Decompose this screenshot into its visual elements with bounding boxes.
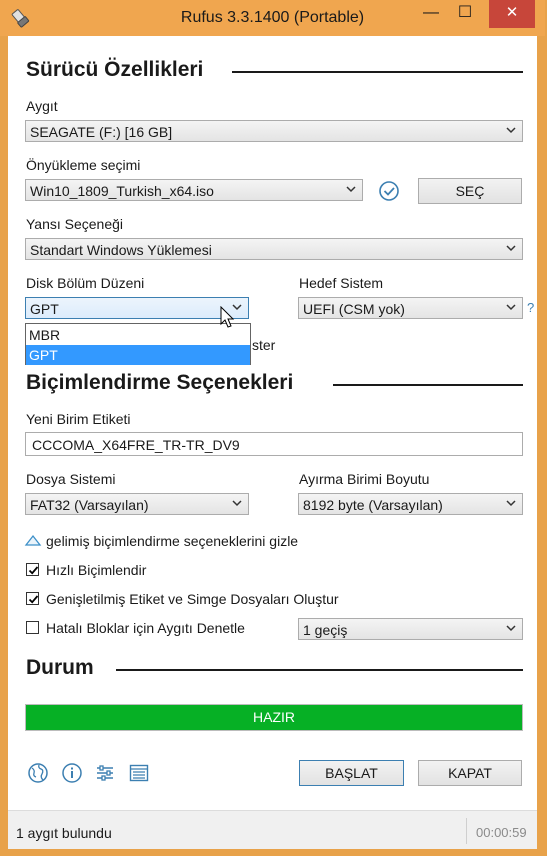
image-option-value: Standart Windows Yüklemesi [30, 242, 212, 258]
cluster-size-value: 8192 byte (Varsayılan) [303, 497, 443, 513]
passes-select[interactable]: 1 geçiş [298, 618, 523, 640]
cluster-size-label: Ayırma Birimi Boyutu [299, 471, 430, 487]
start-button[interactable]: BAŞLAT [299, 760, 404, 786]
volume-label-label: Yeni Birim Etiketi [26, 411, 131, 427]
boot-selection-label: Önyükleme seçimi [26, 157, 141, 173]
file-system-select[interactable]: FAT32 (Varsayılan) [25, 493, 249, 515]
title-bar[interactable]: Rufus 3.3.1400 (Portable) — ☐ ✕ [0, 0, 545, 36]
dropdown-option-gpt[interactable]: GPT [26, 345, 250, 365]
status-bar-text: 1 aygıt bulundu [16, 825, 112, 841]
section-title-status: Durum [26, 656, 94, 679]
collapse-arrow-icon[interactable] [24, 533, 42, 547]
partition-scheme-value: GPT [30, 301, 59, 317]
target-system-label: Hedef Sistem [299, 275, 384, 291]
partition-scheme-label: Disk Bölüm Düzeni [26, 275, 145, 291]
image-option-label: Yansı Seçeneği [26, 216, 124, 232]
target-system-value: UEFI (CSM yok) [303, 301, 405, 317]
section-divider [232, 71, 523, 73]
volume-label-value: CCCOMA_X64FRE_TR-TR_DV9 [32, 437, 240, 453]
target-system-select[interactable]: UEFI (CSM yok) [298, 297, 523, 319]
extended-label-label[interactable]: Genişletilmiş Etiket ve Simge Dosyaları … [46, 591, 339, 607]
chevron-down-icon [346, 186, 356, 193]
file-system-value: FAT32 (Varsayılan) [30, 497, 149, 513]
boot-selection-select[interactable]: Win10_1809_Turkish_x64.iso [25, 179, 363, 201]
maximize-button[interactable]: ☐ [449, 0, 481, 28]
extended-label-checkbox[interactable] [26, 592, 39, 605]
bad-blocks-checkbox[interactable] [26, 621, 39, 634]
dropdown-option-mbr[interactable]: MBR [26, 325, 250, 345]
obscured-label-fragment: ster [252, 337, 276, 353]
chevron-down-icon [506, 304, 516, 311]
mouse-cursor-icon [220, 306, 235, 328]
bad-blocks-label[interactable]: Hatalı Bloklar için Aygıtı Denetle [46, 620, 245, 636]
globe-icon[interactable] [27, 762, 49, 784]
quick-format-label[interactable]: Hızlı Biçimlendir [46, 562, 146, 578]
progress-bar: HAZIR [25, 704, 523, 731]
section-divider [116, 669, 523, 671]
advanced-options-toggle[interactable]: gelimiş biçimlendirme seçeneklerini gizl… [46, 533, 298, 549]
file-system-label: Dosya Sistemi [26, 471, 116, 487]
cluster-size-select[interactable]: 8192 byte (Varsayılan) [298, 493, 523, 515]
elapsed-timer: 00:00:59 [476, 825, 527, 840]
checkmark-icon [28, 595, 39, 604]
boot-selection-value: Win10_1809_Turkish_x64.iso [30, 183, 214, 199]
quick-format-checkbox[interactable] [26, 563, 39, 576]
chevron-down-icon [506, 500, 516, 507]
device-select[interactable]: SEAGATE (F:) [16 GB] [25, 120, 523, 142]
volume-label-input[interactable]: CCCOMA_X64FRE_TR-TR_DV9 [25, 432, 523, 456]
help-icon[interactable]: ? [527, 300, 534, 315]
log-icon[interactable] [128, 762, 150, 784]
select-image-button[interactable]: SEÇ [418, 178, 522, 204]
section-divider [333, 384, 523, 386]
partition-scheme-select[interactable]: GPT [25, 297, 249, 319]
settings-sliders-icon[interactable] [94, 762, 116, 784]
status-bar-divider [466, 818, 467, 844]
check-iso-icon[interactable] [378, 180, 400, 202]
image-option-select[interactable]: Standart Windows Yüklemesi [25, 238, 523, 260]
info-icon[interactable] [61, 762, 83, 784]
device-value: SEAGATE (F:) [16 GB] [30, 124, 173, 140]
section-title-drive: Sürücü Özellikleri [26, 58, 204, 81]
close-window-button[interactable]: ✕ [489, 0, 535, 28]
close-button[interactable]: KAPAT [418, 760, 522, 786]
minimize-button[interactable]: — [415, 0, 447, 28]
chevron-down-icon [506, 245, 516, 252]
passes-value: 1 geçiş [303, 622, 348, 638]
chevron-down-icon [506, 127, 516, 134]
section-title-format: Biçimlendirme Seçenekleri [26, 371, 294, 394]
checkmark-icon [28, 566, 39, 575]
chevron-down-icon [232, 500, 242, 507]
partition-scheme-dropdown[interactable]: MBR GPT [25, 323, 251, 365]
device-label: Aygıt [26, 98, 58, 114]
chevron-down-icon [506, 625, 516, 632]
